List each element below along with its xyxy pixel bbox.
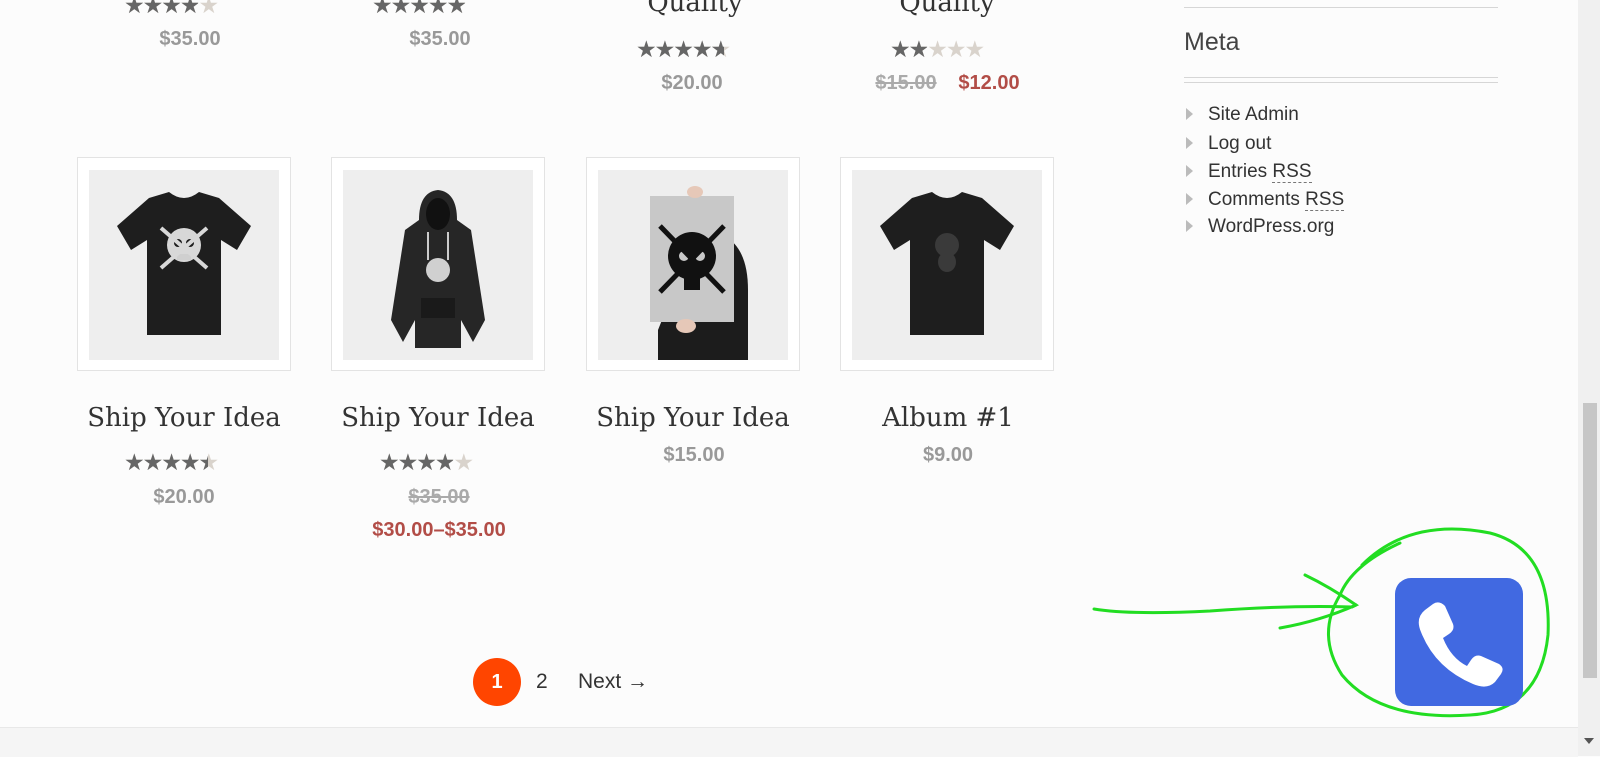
product-price: $35.00 <box>409 28 471 50</box>
call-button[interactable] <box>1395 578 1523 706</box>
scroll-down-arrow-icon[interactable] <box>1584 738 1594 746</box>
hoodie-image <box>391 190 485 348</box>
meta-link-label[interactable]: Log out <box>1208 133 1271 155</box>
product-price-sale: $12.00 <box>958 72 1020 94</box>
rating-stars: ★★★★★★★★★★ <box>379 450 474 476</box>
pagination-next[interactable]: Next → <box>578 670 648 694</box>
product-price: $9.00 <box>922 444 974 466</box>
tshirt-image <box>117 192 251 335</box>
phone-icon <box>1418 602 1503 687</box>
chevron-right-icon <box>1186 193 1193 205</box>
product-thumbnail[interactable] <box>331 157 545 371</box>
product-thumbnail[interactable] <box>77 157 291 371</box>
rss-abbr: RSS <box>1305 189 1345 211</box>
product-title[interactable]: Quality <box>620 0 770 18</box>
rss-abbr: RSS <box>1272 161 1312 183</box>
scrollbar-thumb[interactable] <box>1583 403 1597 678</box>
product-price: $20.00 <box>153 486 215 508</box>
chevron-right-icon <box>1186 137 1193 149</box>
rating-stars: ★★★★★★★★★★ <box>372 0 467 19</box>
product-title[interactable]: Quality <box>872 0 1022 18</box>
horizontal-scrollbar[interactable] <box>0 727 1578 757</box>
divider <box>1184 82 1498 83</box>
poster-image <box>650 186 748 360</box>
product-thumbnail[interactable] <box>586 157 800 371</box>
meta-link-label[interactable]: Comments <box>1208 189 1300 210</box>
pagination-current: 1 <box>473 658 521 706</box>
chevron-right-icon <box>1186 108 1193 120</box>
product-thumbnail[interactable] <box>840 157 1054 371</box>
product-price-range: $30.00–$35.00 <box>372 519 506 541</box>
meta-link-label[interactable]: Site Admin <box>1208 104 1299 126</box>
chevron-right-icon <box>1186 220 1193 232</box>
rating-stars: ★★★★★★★★★★ <box>124 450 219 476</box>
rating-stars: ★★★★★★★★★★ <box>890 37 985 63</box>
divider <box>1184 77 1498 78</box>
product-title[interactable]: Ship Your Idea <box>328 403 548 433</box>
product-price-old: $35.00 <box>408 486 470 508</box>
product-price: $15.00 <box>663 444 725 466</box>
product-title[interactable]: Ship Your Idea <box>74 403 294 433</box>
tshirt-image <box>880 192 1014 335</box>
product-price: $20.00 <box>661 72 723 94</box>
widget-title: Meta <box>1184 28 1240 56</box>
product-price: $35.00 <box>159 28 221 50</box>
chevron-right-icon <box>1186 165 1193 177</box>
pagination-page-2[interactable]: 2 <box>536 670 548 694</box>
rating-stars: ★★★★★★★★★★ <box>636 37 731 63</box>
product-title[interactable]: Ship Your Idea <box>583 403 803 433</box>
product-title[interactable]: Album #1 <box>838 403 1058 433</box>
vertical-scrollbar[interactable] <box>1578 0 1600 756</box>
product-price-old: $15.00 <box>875 72 937 94</box>
rating-stars: ★★★★★★★★★★ <box>124 0 219 19</box>
meta-link-label[interactable]: WordPress.org <box>1208 216 1334 238</box>
meta-link-label[interactable]: Entries <box>1208 161 1267 182</box>
divider <box>1184 7 1498 8</box>
